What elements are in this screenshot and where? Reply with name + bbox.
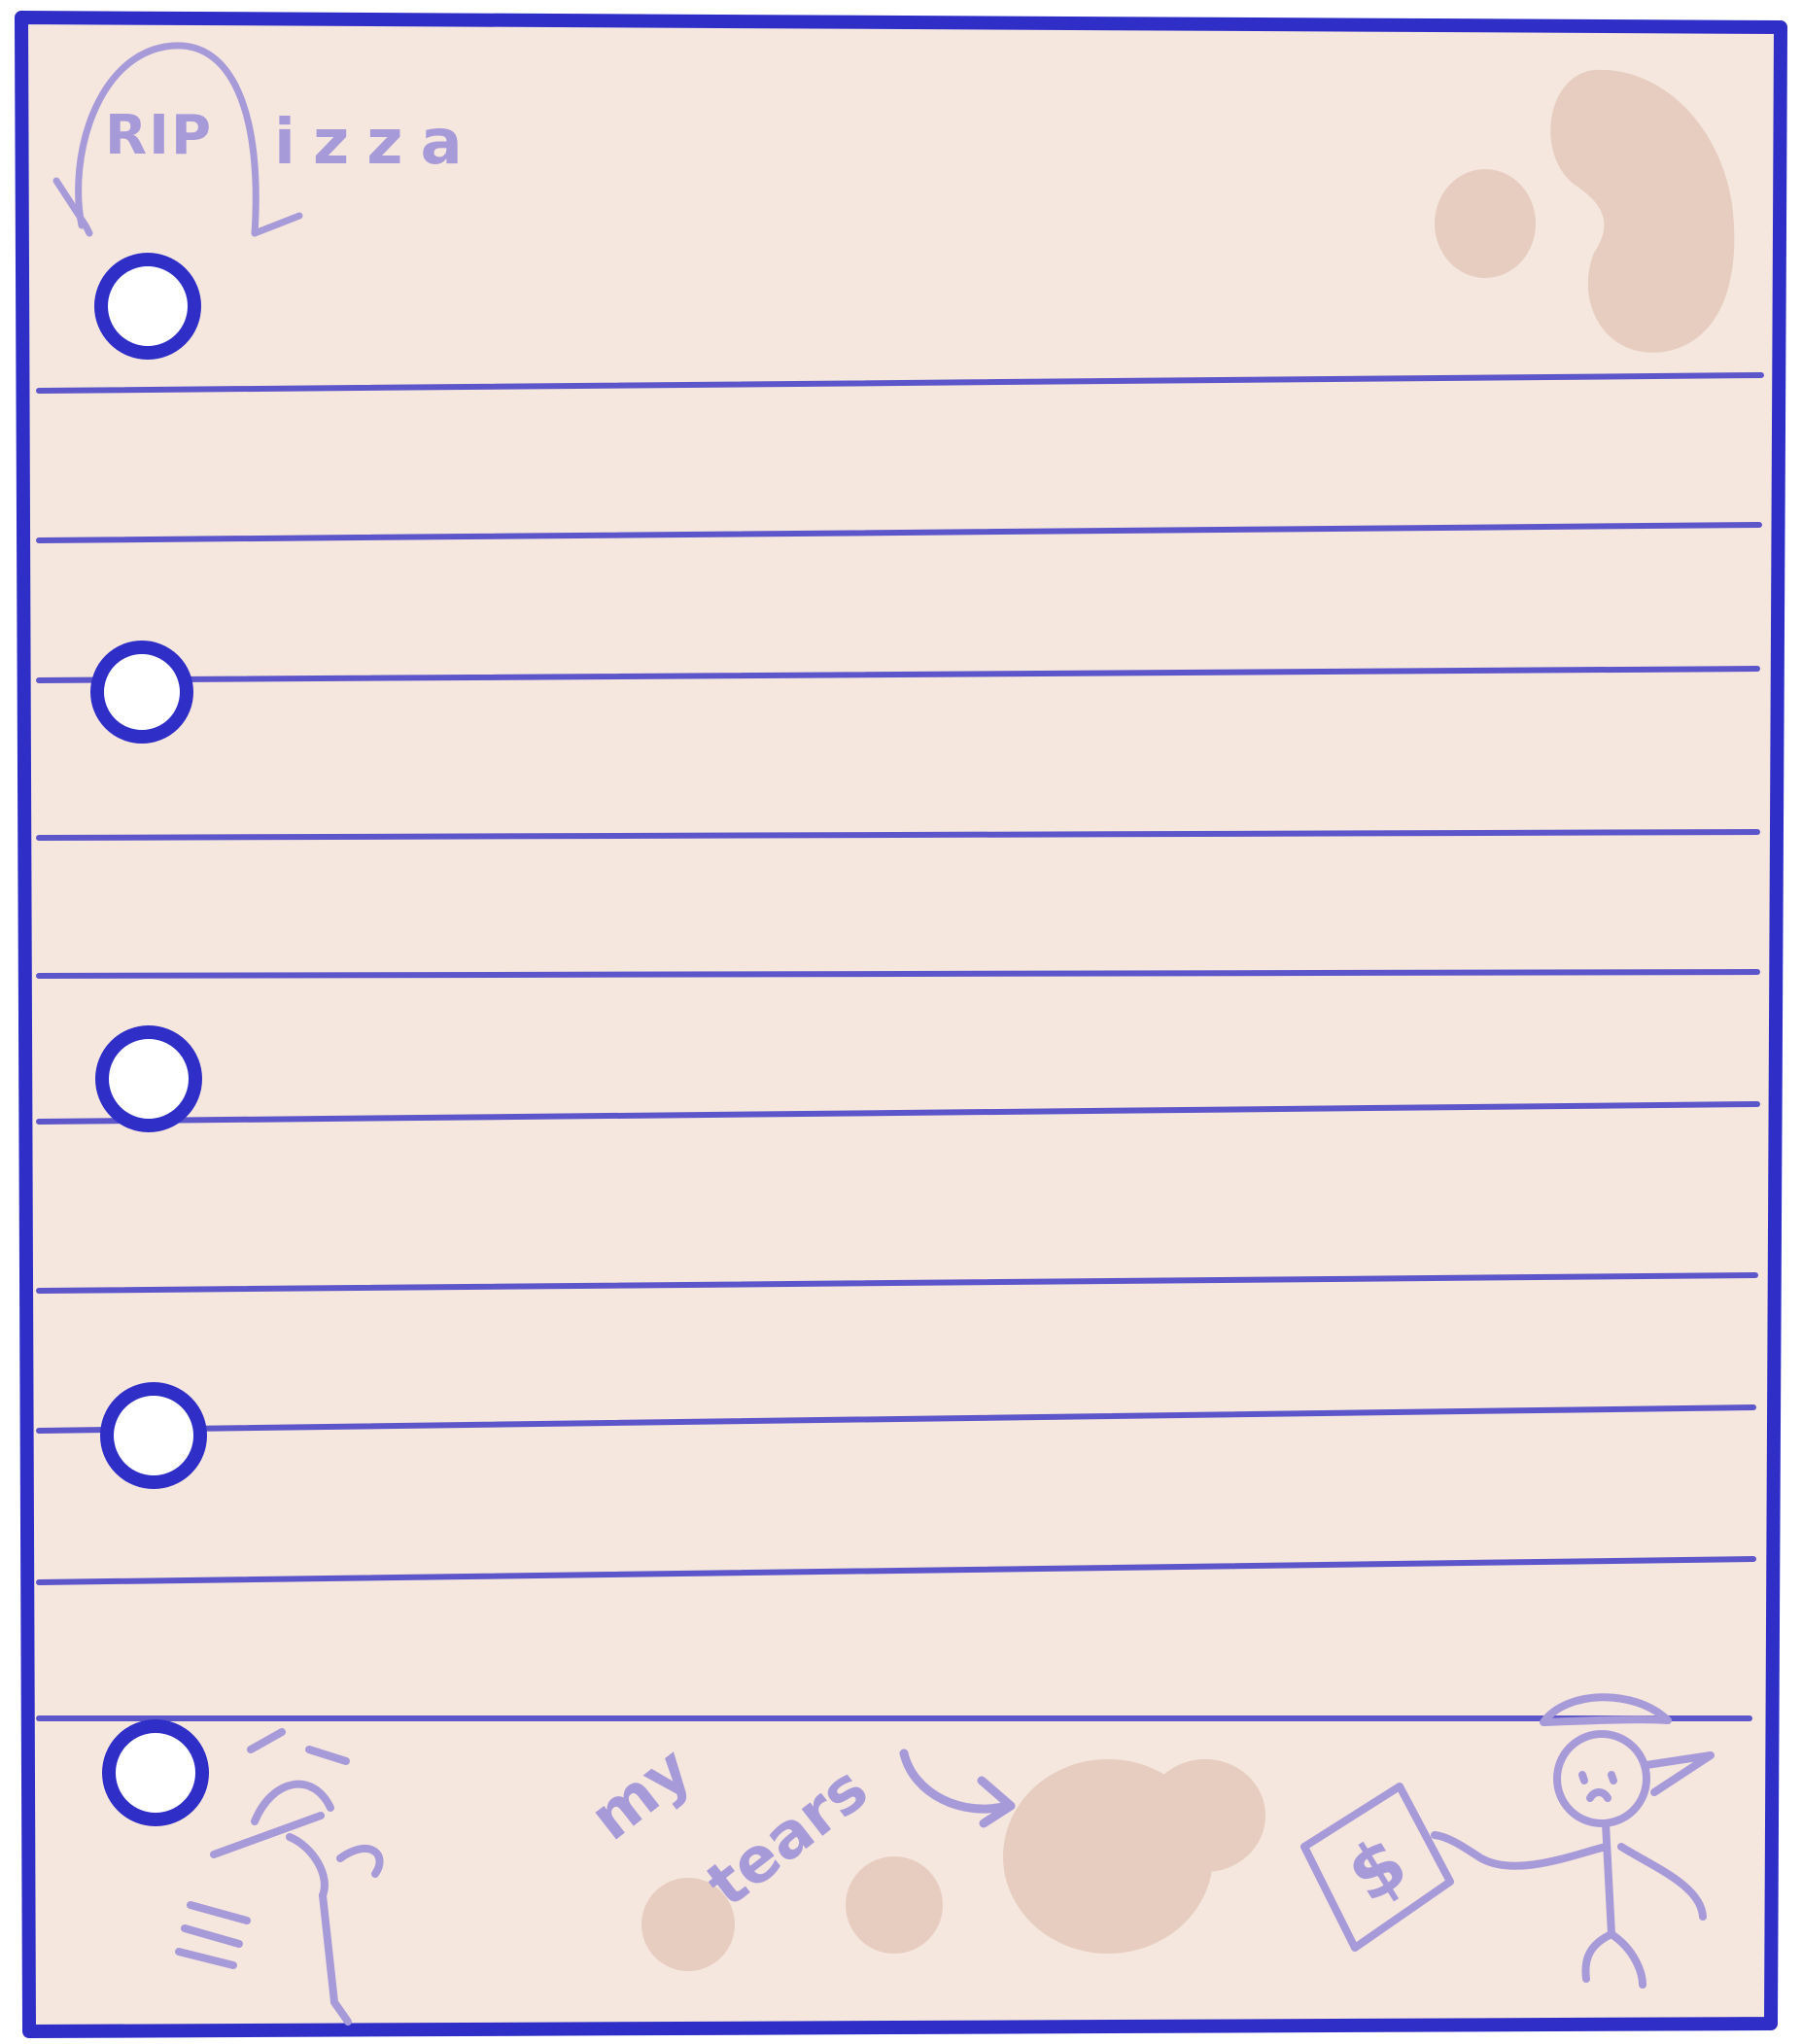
- notebook-paper-drawing: RIP izza my tears $: [15, 11, 1787, 2038]
- binder-hole: [90, 641, 193, 744]
- binder-hole: [100, 1382, 207, 1489]
- binder-hole: [102, 1719, 209, 1826]
- stain-bottom-4: [1145, 1759, 1265, 1872]
- eye-right: [1608, 1771, 1617, 1784]
- ruled-line: [36, 969, 1760, 979]
- paper-sheet: [15, 11, 1787, 2038]
- stain-bottom-2: [846, 1856, 943, 1954]
- stain-top-small: [1435, 169, 1536, 278]
- binder-hole: [94, 253, 201, 360]
- binder-hole: [95, 1025, 202, 1132]
- pizza-text: izza: [274, 107, 480, 179]
- eye-left: [1578, 1771, 1588, 1784]
- tombstone-text: RIP: [105, 104, 213, 167]
